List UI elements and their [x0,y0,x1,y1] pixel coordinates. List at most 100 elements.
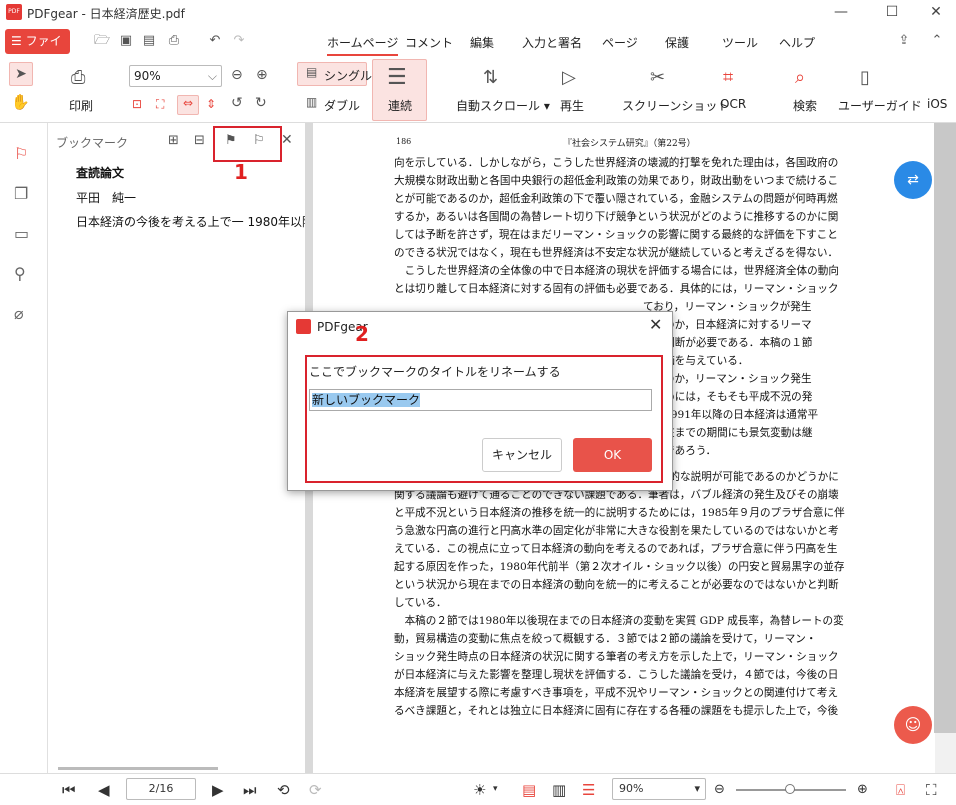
bookmark-item[interactable]: 日本経済の今後を考える上で一 1980年以降の [76,213,305,230]
page-text-line: えるのか，リーマン・ショック発生 [643,373,812,385]
page-text-line: 向を示している．しかしながら，こうした世界経済の壊滅的打撃を免れた理由は，各国政… [394,157,839,169]
zoom-in-icon[interactable]: ⊕ [256,67,268,83]
present-icon[interactable]: ⍓ [896,781,905,799]
page-text-line: と評価を与えている． [643,355,749,367]
tab-fill-sign[interactable]: 入力と署名 [522,34,582,51]
page-text-line: とが可能であるのか，超低金利政策の下で覆い隠されている，金融システムの問題が何時… [394,193,838,205]
dialog-close-button[interactable]: ✕ [649,315,662,334]
open-folder-icon[interactable]: 🗁 [94,34,110,48]
chevron-down-icon: ⌵ [207,69,217,83]
forward-view-icon[interactable]: ⟳ [309,781,322,799]
tab-edit[interactable]: 編集 [470,34,494,51]
bookmark-item[interactable]: 平田 純一 [76,189,305,206]
collapse-all-icon[interactable]: ⊟ [194,133,205,148]
zoom-in-bottom-icon[interactable]: ⊕ [857,782,868,797]
menu-bar: ☰ ファイル 🗁 ▣ ▤ ⎙ ↶ ↷ ホームページ コメント 編集 入力と署名 … [0,26,956,73]
minimize-button[interactable]: — [818,0,864,26]
print-icon[interactable]: ⎙ [71,67,85,88]
page-text-line: 本経済を展望する際に考慮すべき事項を，平成不況やリーマン・ショックとの関連付けて… [394,687,839,699]
print-quick-icon[interactable]: ⎙ [166,34,182,48]
next-page-icon[interactable]: ▶ [212,781,224,799]
page-text-line: た，1991年以降の日本経済は通常平 [643,409,819,421]
zoom-out-bottom-icon[interactable]: ⊖ [714,782,725,797]
collapse-ribbon-icon[interactable]: ⌃ [929,34,945,48]
double-page-icon[interactable]: ▥ [306,95,317,109]
tab-tools[interactable]: ツール [722,34,758,51]
page-text-line: という状況から現在までの日本経済の動向を統一的に考えることが必要なのではないかと… [394,579,839,591]
rotate-left-icon[interactable]: ↺ [231,95,243,111]
annotation-number-1: 1 [234,160,248,184]
ocr-icon[interactable]: ⌗ [723,67,733,88]
double-view-icon[interactable]: ▥ [552,781,566,799]
autoscroll-label[interactable]: 自動スクロール ▾ [456,97,550,114]
ribbon-toolbar: ➤ ✋ ⎙ 印刷 90% ⌵ ⊖ ⊕ ⊡ ⛶ ⇔ ⇕ ↺ ↻ ▤ シングル ▥ ダ… [0,57,956,123]
fit-page-icon[interactable]: ⛶ [156,97,164,112]
last-page-icon[interactable]: ⏭ [243,781,257,799]
page-text-line: しては予断を許さず，現在はまだリーマン・ショックの影響に関する最終的な評価を下す… [394,229,838,241]
brightness-icon[interactable]: ☀ [473,781,486,799]
zoom-select-bottom[interactable]: 90% ▾ [612,778,706,800]
continuous-view-icon[interactable]: ☰ [582,781,595,799]
back-view-icon[interactable]: ⟲ [277,781,290,799]
zoom-slider-handle[interactable] [785,784,795,794]
panel-scrollbar[interactable] [58,767,218,770]
attachment-icon[interactable]: ⌀ [14,304,24,323]
close-window-button[interactable]: ✕ [913,0,956,26]
first-page-icon[interactable]: ⏮ [62,781,76,799]
page-text-line: と平成不況という日本経済の推移を統一的に説明するためには，1985年９月のプラザ… [394,507,845,519]
actual-size-icon[interactable]: ⊡ [132,97,142,111]
page-text-line: ら現在までの期間にも景気変動は継 [643,427,813,439]
double-page-label[interactable]: ダブル [324,97,360,114]
stamp-icon[interactable]: ⚲ [14,264,26,283]
play-icon[interactable]: ▷ [562,67,576,88]
tab-page[interactable]: ページ [602,34,638,51]
close-panel-icon[interactable]: ✕ [281,132,293,148]
undo-icon[interactable]: ↶ [207,34,223,48]
redo-icon[interactable]: ↷ [231,34,247,48]
select-cursor-icon[interactable]: ➤ [9,62,33,86]
scissors-icon[interactable]: ✂ [650,67,665,88]
user-guide-icon[interactable]: ▯ [860,67,870,88]
ai-assistant-icon[interactable]: ☺ [894,706,932,744]
single-view-icon[interactable]: ▤ [522,781,536,799]
ocr-label: OCR [720,97,747,111]
share-icon[interactable]: ⇪ [896,34,912,48]
comments-icon[interactable]: ▭ [14,224,29,243]
save-as-icon[interactable]: ▤ [141,34,157,48]
search-label: 検索 [793,99,818,113]
file-menu-button[interactable]: ☰ ファイル [5,29,70,73]
save-icon[interactable]: ▣ [118,34,134,48]
tab-help[interactable]: ヘルプ [779,34,815,51]
bookmark-panel-icon[interactable]: ⚐ [14,144,28,163]
page-running-header: 『社会システム研究』（第22号） [563,139,696,149]
brightness-dropdown-icon[interactable]: ▾ [493,784,498,794]
tab-protect[interactable]: 保護 [665,34,689,51]
convert-to-word-icon[interactable]: ⇄ [894,161,932,199]
fit-width-icon[interactable]: ⇔ [177,95,199,115]
bookmark-item[interactable]: 査読論文 [76,164,305,181]
hand-tool-icon[interactable]: ✋ [11,93,30,111]
autoscroll-icon[interactable]: ⇅ [483,67,498,88]
thumbnails-icon[interactable]: ❐ [14,184,28,203]
page-text-line: きるのか，日本経済に対するリーマ [643,319,812,331]
zoom-value: 90% [134,69,161,83]
maximize-button[interactable]: ☐ [869,0,915,26]
ios-label[interactable]: iOS [927,97,947,111]
rotate-right-icon[interactable]: ↻ [255,95,267,111]
search-icon[interactable]: ⌕ [795,67,805,88]
annotation-box-2 [305,355,663,483]
zoom-select[interactable]: 90% ⌵ [129,65,222,87]
scrollbar-thumb[interactable] [934,123,956,733]
zoom-out-icon[interactable]: ⊖ [231,67,243,83]
bookmark-panel-title: ブックマーク [56,136,129,150]
prev-page-icon[interactable]: ◀ [98,781,110,799]
page-input[interactable]: 2/16 [126,778,196,800]
page-text-line: こうした世界経済の全体像の中で日本経済の現状を評価する場合には，世界経済全体の動… [394,265,839,277]
fullscreen-icon[interactable]: ⛶ [926,781,937,799]
left-rail: ⚐ ❐ ▭ ⚲ ⌀ ⌄ [0,123,48,789]
chevron-down-icon: ▾ [694,782,700,795]
fit-height-icon[interactable]: ⇕ [206,97,216,111]
tab-comment[interactable]: コメント [405,34,453,51]
tab-home[interactable]: ホームページ [327,34,399,56]
expand-all-icon[interactable]: ⊞ [168,133,179,148]
